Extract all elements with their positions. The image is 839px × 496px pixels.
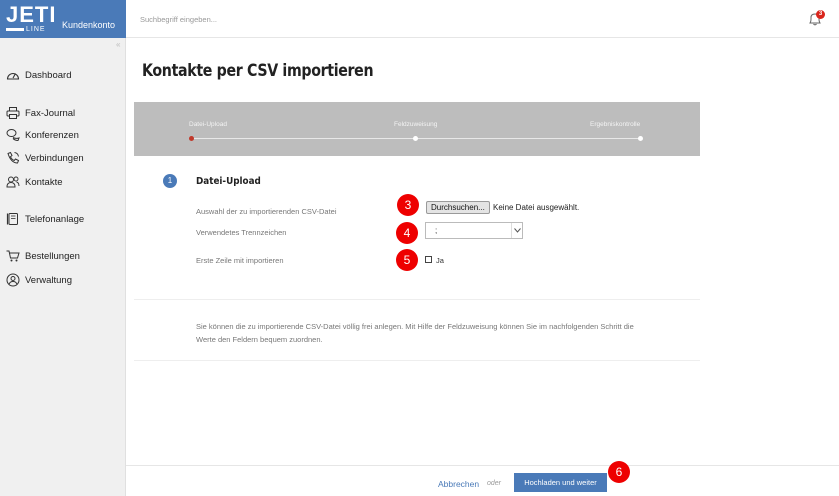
step-label-ergebniskontrolle: Ergebniskontrolle [590, 121, 641, 128]
notification-badge: 3 [816, 10, 825, 19]
step-dot-feldzuweisung [413, 136, 418, 141]
search-input[interactable] [140, 12, 440, 26]
sidebar-item-verbindungen[interactable]: Verbindungen [6, 150, 84, 166]
sidebar-item-label: Verwaltung [25, 274, 73, 286]
browse-file-button[interactable]: Durchsuchen... [426, 201, 490, 214]
printer-icon [6, 107, 20, 119]
sidebar-item-label: Dashboard [25, 69, 72, 81]
sidebar-item-dashboard[interactable]: Dashboard [6, 67, 71, 83]
first-row-checkbox[interactable] [425, 256, 432, 263]
no-file-text: Keine Datei ausgewählt. [493, 203, 580, 212]
separator-select[interactable]: ; [425, 222, 523, 239]
phone-system-icon [6, 213, 18, 225]
upload-and-continue-button[interactable]: Hochladen und weiter [514, 473, 607, 492]
chevron-down-icon [514, 228, 521, 233]
info-text: Sie können die zu importierende CSV-Date… [196, 322, 634, 344]
sidebar-item-label: Bestellungen [25, 250, 80, 262]
section-title: Datei-Upload [196, 176, 261, 187]
cart-icon [6, 250, 20, 262]
divider [134, 360, 700, 361]
or-text: oder [487, 480, 502, 487]
sidebar-item-label: Verbindungen [25, 152, 84, 164]
logo-bar-mark [6, 28, 24, 31]
dashboard-gauge-icon [6, 73, 20, 80]
logo-bar: JETI LINE Kundenkonto [0, 0, 126, 38]
step-dot-datei-upload [189, 136, 194, 141]
sidebar-item-telefonanlage[interactable]: Telefonanlage [6, 211, 84, 227]
action-footer: Abbrechen oder Hochladen und weiter 6 [126, 461, 839, 496]
account-label: Kundenkonto [62, 20, 116, 30]
annotation-marker-4: 4 [396, 222, 418, 244]
logo-text: JETI [6, 2, 57, 27]
step-label-feldzuweisung: Feldzuweisung [394, 121, 438, 128]
csv-file-label: Auswahl der zu importierenden CSV-Datei [196, 207, 337, 216]
sidebar-item-kontakte[interactable]: Kontakte [6, 174, 63, 190]
annotation-marker-6: 6 [608, 461, 630, 483]
sidebar-item-fax-journal[interactable]: Fax-Journal [6, 105, 75, 121]
separator-label: Verwendetes Trennzeichen [196, 228, 287, 237]
sidebar-item-label: Konferenzen [25, 129, 79, 141]
divider [134, 299, 700, 300]
select-caret [511, 223, 522, 238]
sidebar-item-konferenzen[interactable]: Konferenzen [6, 127, 79, 143]
sidebar-item-verwaltung[interactable]: Verwaltung [6, 272, 72, 288]
first-row-checkbox-label[interactable]: Ja [436, 256, 444, 265]
sidebar: JETI LINE Kundenkonto « Dashboard Fax-Jo… [0, 0, 126, 496]
top-bar: 3 [126, 0, 839, 38]
user-circle-icon [6, 273, 20, 287]
cancel-link[interactable]: Abbrechen [438, 479, 479, 489]
sidebar-item-label: Kontakte [25, 176, 63, 188]
jeti-line-logo[interactable]: JETI LINE [6, 2, 57, 33]
step-dot-ergebniskontrolle [638, 136, 643, 141]
logo-subtext: LINE [26, 26, 46, 33]
sidebar-item-bestellungen[interactable]: Bestellungen [6, 248, 80, 264]
contacts-icon [6, 176, 20, 188]
conference-chat-icon [6, 129, 20, 142]
separator-value: ; [435, 226, 438, 235]
annotation-marker-3: 3 [397, 194, 419, 216]
step-label-datei-upload: Datei-Upload [189, 121, 227, 128]
sidebar-item-label: Telefonanlage [25, 213, 85, 225]
import-stepper: Datei-Upload Feldzuweisung Ergebniskontr… [134, 102, 700, 156]
first-row-label: Erste Zeile mit importieren [196, 256, 284, 265]
section-number-badge: 1 [163, 174, 177, 188]
collapse-sidebar-icon[interactable]: « [116, 40, 120, 49]
annotation-marker-5: 5 [396, 249, 418, 271]
phone-icon [7, 151, 20, 164]
page-title: Kontakte per CSV importieren [142, 61, 374, 80]
sidebar-item-label: Fax-Journal [25, 107, 76, 119]
